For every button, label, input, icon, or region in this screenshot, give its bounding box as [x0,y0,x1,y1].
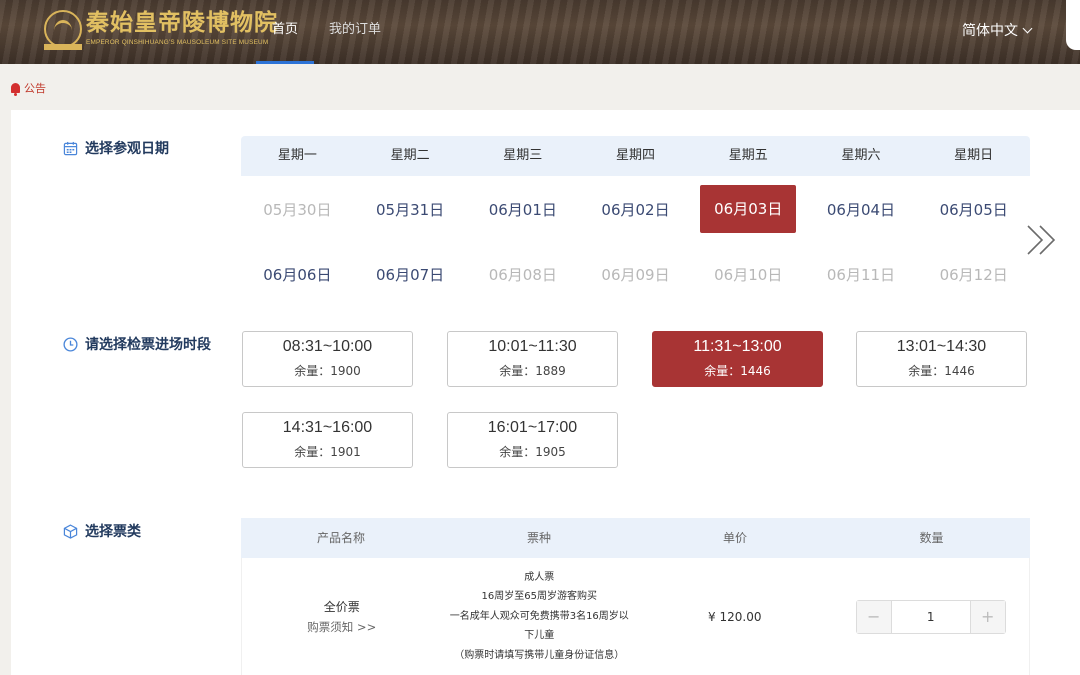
quantity-input[interactable]: 1 [890,600,971,633]
date-cell: 05月30日 [241,185,354,233]
box-icon [63,523,78,539]
col-unit-price: 单价 [722,531,747,545]
date-cell: 06月08日 [466,250,579,298]
purchase-notice-link[interactable]: 购票须知 >> [242,617,442,637]
date-row-1: 05月30日 05月31日 06月01日 06月02日 06月03日 06月04… [241,185,1030,233]
emblem-plate [44,44,82,50]
bell-icon [11,83,20,96]
logo-title: 秦始皇帝陵博物院 [86,9,278,36]
date-cell: 06月10日 [692,250,805,298]
date-label: 06月11日 [826,265,896,284]
slot-time: 08:31~10:00 [282,338,373,355]
date-label: 06月08日 [488,265,557,284]
ticket-section-title: 选择票类 [63,521,141,541]
weekday-header: 星期一 星期二 星期三 星期四 星期五 星期六 星期日 [241,136,1030,176]
date-label: 06月09日 [601,265,670,284]
time-slot[interactable]: 08:31~10:00 余量：1900 [242,331,413,387]
time-slot-selected[interactable]: 11:31~13:00 余量：1446 [652,331,823,387]
date-cell[interactable]: 05月31日 [354,185,467,233]
date-cell: 06月11日 [805,250,918,298]
date-label: 06月02日 [601,200,670,219]
time-section-label: 请选择检票进场时段 [85,337,211,353]
product-name: 全价票 [323,599,360,614]
col-quantity: 数量 [919,531,944,545]
side-tab[interactable] [1066,0,1080,50]
time-slot[interactable]: 10:01~11:30 余量：1889 [447,331,618,387]
quantity-stepper: − 1 + [855,599,1006,634]
date-cell[interactable]: 06月07日 [354,250,467,298]
weekday-sun: 星期日 [954,148,994,163]
nav-my-orders[interactable]: 我的订单 [329,0,381,64]
ticket-type-line: 下儿童 [524,630,555,642]
col-product-name: 产品名称 [316,531,365,545]
date-cell[interactable]: 06月01日 [466,185,579,233]
chevron-down-icon [1022,23,1033,34]
slot-time: 10:01~11:30 [488,338,577,355]
date-cell[interactable]: 06月05日 [917,185,1030,233]
weekday-sat: 星期六 [841,148,881,163]
decrement-button[interactable]: − [856,600,891,633]
col-ticket-type: 票种 [526,531,551,545]
date-cell[interactable]: 06月02日 [579,185,692,233]
ticket-type-line: （购票时请填写携带儿童身份证信息） [454,649,625,661]
weekday-fri: 星期五 [728,148,768,163]
logo-subtitle: EMPEROR QINSHIHUANG'S MAUSOLEUM SITE MUS… [86,39,269,46]
calendar-icon [63,141,78,155]
date-label: 06月07日 [375,265,445,284]
announcement[interactable]: 公告 [11,80,46,96]
date-cell-selected[interactable]: 06月03日 [692,185,805,233]
date-label: 05月31日 [375,200,445,219]
mausoleum-emblem-icon [44,10,82,48]
date-label: 06月12日 [939,265,1008,284]
unit-price: ¥ 120.00 [708,609,762,624]
ticket-table-header: 产品名称 票种 单价 数量 [241,518,1030,558]
slot-remaining: 余量：1889 [499,364,566,378]
slot-remaining: 余量：1900 [294,364,361,378]
ticket-type-line: 16周岁至65周岁游客购买 [481,591,597,603]
weekday-thu: 星期四 [616,148,656,163]
date-label: 06月06日 [263,265,332,284]
slot-remaining: 余量：1901 [294,445,361,459]
date-label: 06月03日 [700,185,797,233]
weekday-tue: 星期二 [390,148,430,163]
date-cell[interactable]: 06月06日 [241,250,354,298]
museum-logo[interactable]: 秦始皇帝陵博物院 EMPEROR QINSHIHUANG'S MAUSOLEUM… [44,8,278,52]
date-section-label: 选择参观日期 [85,141,169,157]
date-cell[interactable]: 06月04日 [805,185,918,233]
slot-time: 11:31~13:00 [693,338,782,355]
time-slot[interactable]: 14:31~16:00 余量：1901 [242,412,413,468]
nav-home[interactable]: 首页 [256,0,314,64]
date-cell: 06月12日 [917,250,1030,298]
time-section-title: 请选择检票进场时段 [63,334,211,354]
time-slot[interactable]: 16:01~17:00 余量：1905 [447,412,618,468]
ticket-section-label: 选择票类 [85,524,141,540]
ticket-type-title: 成人票 [524,571,555,583]
weekday-wed: 星期三 [503,148,543,163]
next-week-arrow-icon[interactable] [1024,222,1060,258]
slot-time: 14:31~16:00 [282,419,373,436]
announcement-label: 公告 [24,82,46,95]
header: 秦始皇帝陵博物院 EMPEROR QINSHIHUANG'S MAUSOLEUM… [0,0,1080,64]
language-selector[interactable]: 简体中文 [962,0,1033,62]
slot-remaining: 余量：1446 [704,364,771,378]
date-label: 05月30日 [263,200,332,219]
time-slot[interactable]: 13:01~14:30 余量：1446 [856,331,1027,387]
slot-time: 16:01~17:00 [487,419,578,436]
slot-time: 13:01~14:30 [896,338,987,355]
date-cell: 06月09日 [579,250,692,298]
clock-icon [63,336,78,352]
date-row-2: 06月06日 06月07日 06月08日 06月09日 06月10日 06月11… [241,250,1030,298]
slot-remaining: 余量：1905 [499,445,566,459]
date-label: 06月10日 [714,265,783,284]
weekday-mon: 星期一 [277,148,317,163]
table-row: 全价票 购票须知 >> 成人票 16周岁至65周岁游客购买 一名成年人观众可免费… [241,558,1030,675]
ticket-type-line: 一名成年人观众可免费携带3名16周岁以 [449,610,629,622]
language-label: 简体中文 [962,23,1018,39]
date-label: 06月05日 [939,200,1008,219]
increment-button[interactable]: + [970,600,1005,633]
slot-remaining: 余量：1446 [908,364,975,378]
date-label: 06月01日 [488,200,557,219]
date-label: 06月04日 [826,200,896,219]
date-section-title: 选择参观日期 [63,138,169,158]
